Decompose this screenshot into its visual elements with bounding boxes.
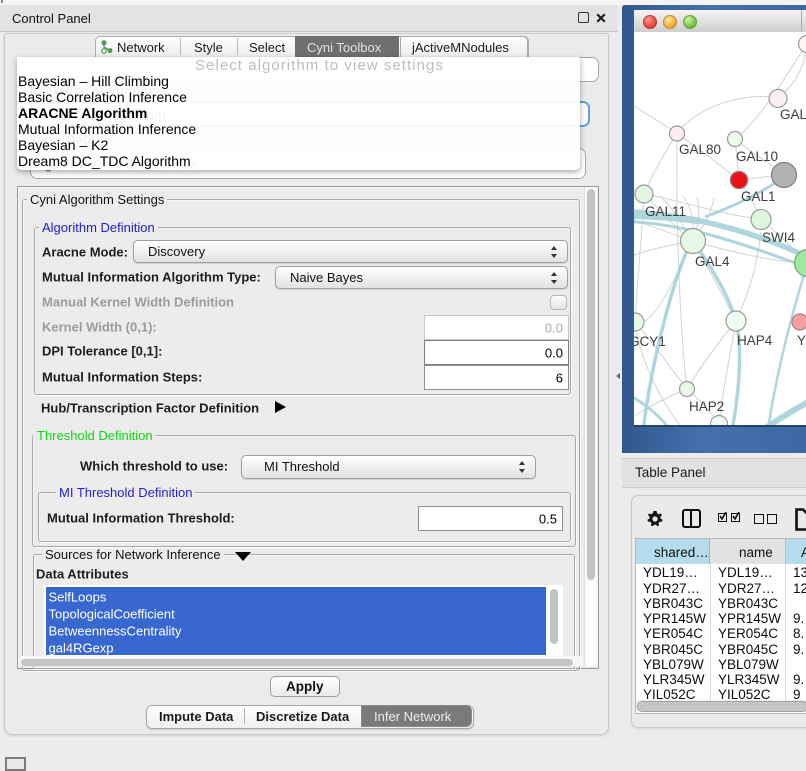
svg-text:GAL2: GAL2 [780,107,806,122]
svg-text:GAL4: GAL4 [695,254,730,269]
svg-text:GAL1: GAL1 [741,189,776,204]
svg-text:YH: YH [797,333,806,348]
svg-text:GCY1: GCY1 [634,334,666,349]
svg-text:HAP4: HAP4 [737,333,773,348]
svg-text:GAL80: GAL80 [679,142,721,157]
svg-text:GAL10: GAL10 [736,149,778,164]
svg-text:SWI4: SWI4 [762,230,795,245]
svg-text:GAL11: GAL11 [645,204,686,219]
svg-text:HAP2: HAP2 [689,399,724,414]
